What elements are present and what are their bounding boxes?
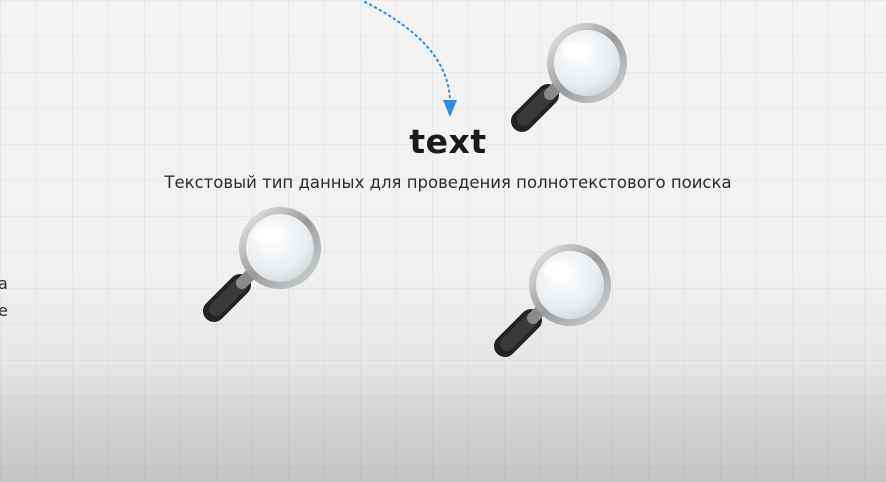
magnifier-icon: [203, 207, 321, 322]
side-text-fragment: a: [0, 274, 8, 293]
page-subtitle: Текстовый тип данных для проведения полн…: [164, 173, 732, 192]
magnifier-icon: [494, 244, 611, 357]
page-title: text: [409, 122, 487, 161]
side-text-fragment: e: [0, 301, 8, 320]
dotted-arrow-icon: [364, 1, 457, 117]
